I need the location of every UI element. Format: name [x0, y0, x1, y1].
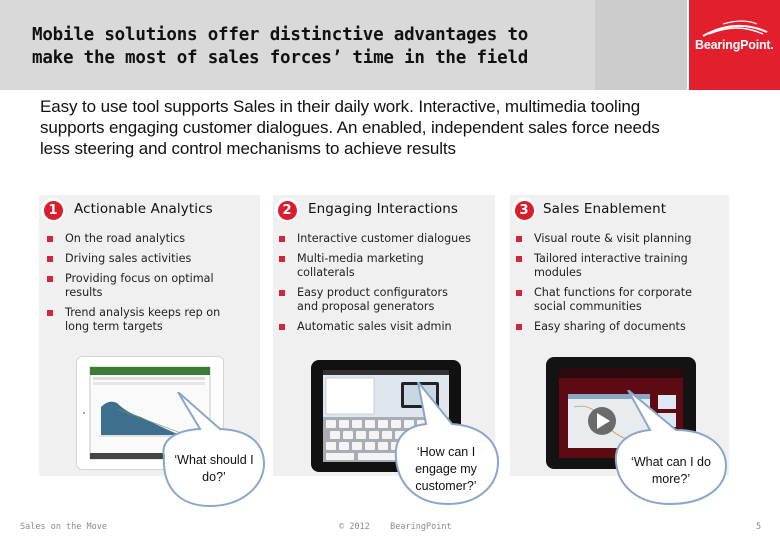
- bullet-square-icon: [279, 290, 285, 296]
- page-number: 5: [756, 522, 762, 532]
- list-item-text: Visual route & visit planning: [534, 232, 692, 245]
- bullet-square-icon: [516, 324, 522, 330]
- logo-arcs-icon: [702, 20, 768, 37]
- list-item: Automatic sales visit admin: [277, 320, 493, 334]
- list-item-text: On the road analytics: [65, 232, 186, 245]
- footer-title: Sales on the Move: [20, 522, 107, 532]
- list-item: Interactive customer dialogues: [277, 232, 493, 246]
- column-title: Engaging Interactions: [308, 201, 459, 217]
- bullet-square-icon: [47, 236, 53, 242]
- list-item-text: Interactive customer dialogues: [297, 232, 471, 245]
- bullet-list: Interactive customer dialogues Multi-med…: [277, 232, 493, 340]
- intro-paragraph: Easy to use tool supports Sales in their…: [40, 96, 740, 159]
- list-item: Chat functions for corporate social comm…: [514, 286, 719, 314]
- number-badge: 2: [275, 198, 299, 222]
- intro-line: supports engaging customer dialogues. An…: [40, 118, 660, 137]
- list-item-text: Tailored interactive training modules: [534, 252, 688, 279]
- logo-wordmark: BearingPoint.: [695, 38, 774, 52]
- page-title-line: make the most of sales forces’ time in t…: [32, 48, 529, 68]
- list-item-text: Easy product configurators and proposal …: [297, 286, 448, 313]
- list-item-text: Easy sharing of documents: [534, 320, 686, 333]
- bullet-square-icon: [47, 310, 53, 316]
- speech-bubble-icon: [162, 392, 266, 508]
- page-title: Mobile solutions offer distinctive advan…: [32, 24, 592, 70]
- list-item-text: Automatic sales visit admin: [297, 320, 452, 333]
- list-item: Easy sharing of documents: [514, 320, 726, 334]
- speech-bubble: ‘How can I engage my customer?’: [386, 382, 504, 510]
- list-item-text: Multi-media marketing collaterals: [297, 252, 424, 279]
- speech-bubble-icon: [614, 390, 728, 506]
- list-item: Tailored interactive training modules: [514, 252, 704, 280]
- bullet-square-icon: [516, 236, 522, 242]
- quote-line: more?’: [651, 472, 691, 486]
- quote-line: ‘What should I: [174, 453, 254, 467]
- quote-line: ‘How can I: [416, 445, 476, 459]
- page-title-line: Mobile solutions offer distinctive advan…: [32, 25, 529, 45]
- column-title: Actionable Analytics: [74, 201, 213, 217]
- speech-bubble: ‘What should I do?’: [150, 392, 270, 510]
- list-item-text: Driving sales activities: [65, 252, 192, 265]
- intro-line: less steering and control mechanisms to …: [40, 139, 456, 158]
- quote-line: customer?’: [415, 479, 477, 493]
- speech-bubble-text: ‘How can I engage my customer?’: [398, 444, 494, 495]
- bullet-square-icon: [516, 256, 522, 262]
- list-item: On the road analytics: [45, 232, 255, 246]
- number-badge-label: 1: [43, 200, 63, 220]
- number-badge: 3: [512, 198, 536, 222]
- quote-line: do?’: [202, 470, 226, 484]
- bullet-square-icon: [47, 276, 53, 282]
- list-item-text: Trend analysis keeps rep on long term ta…: [65, 306, 221, 333]
- quote-line: ‘What can I do: [631, 455, 711, 469]
- list-item: Visual route & visit planning: [514, 232, 726, 246]
- number-badge-label: 3: [514, 200, 534, 220]
- bearingpoint-logo: BearingPoint.: [689, 0, 780, 90]
- intro-line: Easy to use tool supports Sales in their…: [40, 97, 641, 116]
- number-badge-label: 2: [277, 200, 297, 220]
- bullet-square-icon: [516, 290, 522, 296]
- number-badge: 1: [41, 198, 65, 222]
- bullet-list: Visual route & visit planning Tailored i…: [514, 232, 726, 340]
- footer-copyright: © 2012 BearingPoint: [339, 522, 452, 532]
- column-title: Sales Enablement: [543, 201, 667, 217]
- list-item: Trend analysis keeps rep on long term ta…: [45, 306, 237, 334]
- list-item: Driving sales activities: [45, 252, 255, 266]
- bullet-list: On the road analytics Driving sales acti…: [45, 232, 255, 340]
- speech-bubble: ‘What can I do more?’: [608, 390, 733, 508]
- list-item-text: Providing focus on optimal results: [65, 272, 214, 299]
- speech-bubble-text: ‘What should I do?’: [166, 452, 262, 486]
- bullet-square-icon: [279, 324, 285, 330]
- bullet-square-icon: [279, 256, 285, 262]
- speech-bubble-text: ‘What can I do more?’: [616, 454, 726, 488]
- header-accent-block: [595, 0, 687, 90]
- list-item: Providing focus on optimal results: [45, 272, 230, 300]
- list-item-text: Chat functions for corporate social comm…: [534, 286, 692, 313]
- bullet-square-icon: [279, 236, 285, 242]
- list-item: Easy product configurators and proposal …: [277, 286, 462, 314]
- quote-line: engage my: [415, 462, 477, 476]
- bullet-square-icon: [47, 256, 53, 262]
- list-item: Multi-media marketing collaterals: [277, 252, 447, 280]
